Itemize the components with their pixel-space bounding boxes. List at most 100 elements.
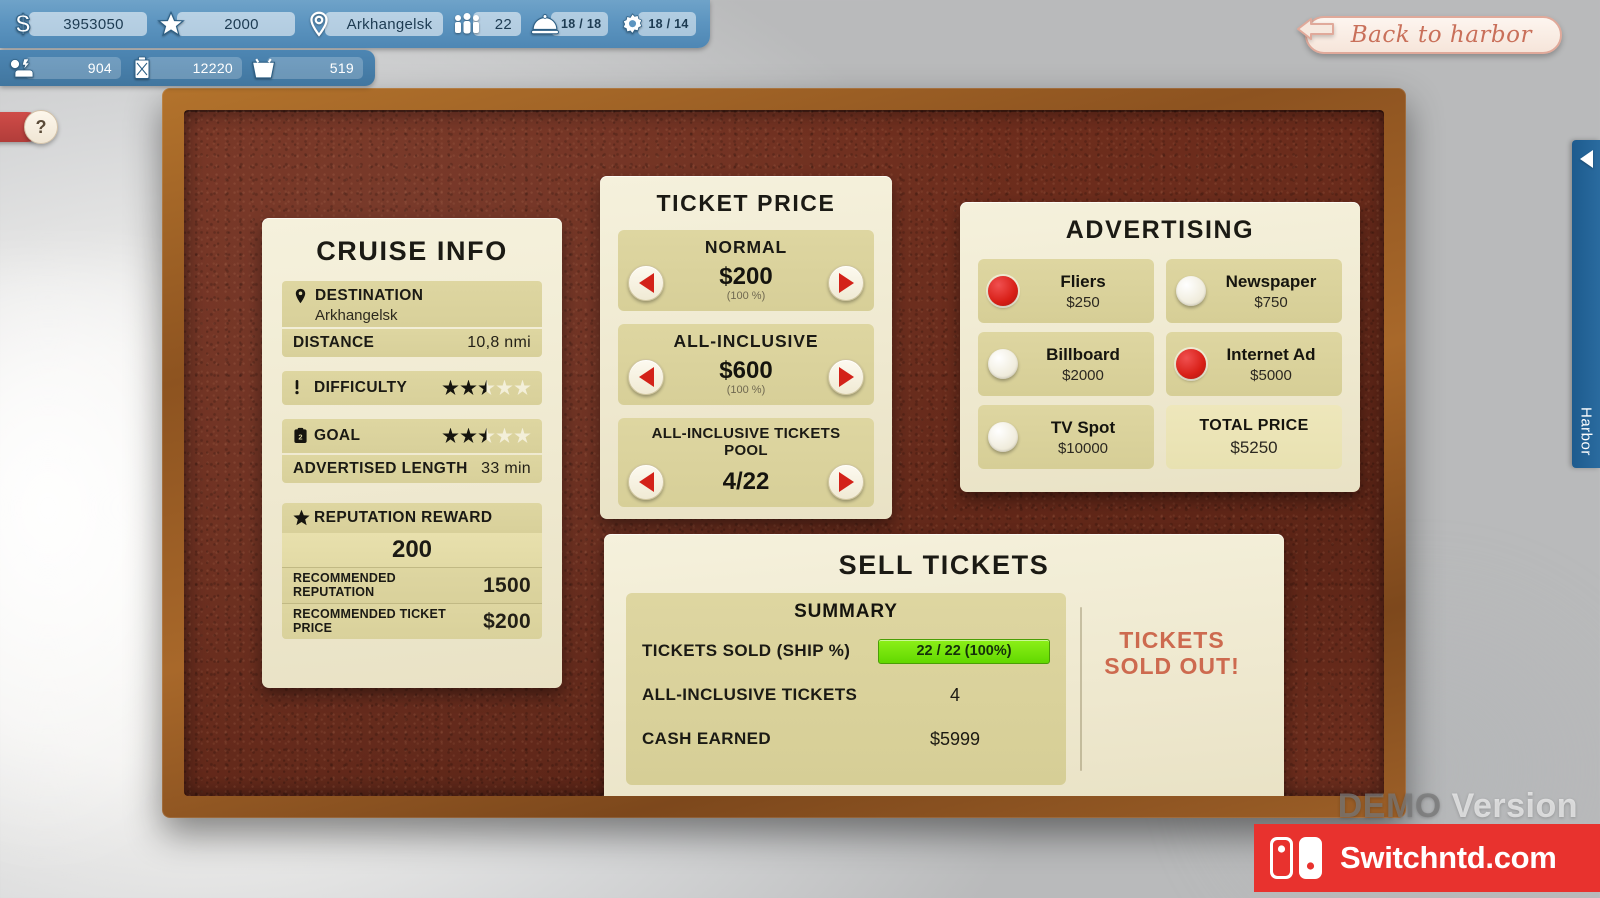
advertising-total-label: TOTAL PRICE bbox=[1199, 417, 1308, 435]
hud-primary-bar: $ 3953050 2000 Arkhangelsk 22 bbox=[0, 0, 710, 48]
summary-row-value: 4 bbox=[860, 685, 1050, 706]
advertised-length-row: ADVERTISED LENGTH 33 min bbox=[282, 455, 542, 483]
radio-icon[interactable] bbox=[988, 276, 1018, 306]
radio-icon[interactable] bbox=[988, 349, 1018, 379]
pool-increase-button[interactable] bbox=[828, 464, 864, 500]
hud-fuel-value: 904 bbox=[25, 57, 121, 79]
harbor-side-tab[interactable]: Harbor bbox=[1572, 140, 1600, 468]
hud-supplies[interactable]: 519 bbox=[250, 55, 363, 81]
summary-row-value: $5999 bbox=[860, 729, 1050, 750]
advertising-options-grid: Fliers $250 Newspaper $750 Billboard bbox=[978, 259, 1342, 469]
radio-icon[interactable] bbox=[988, 422, 1018, 452]
recommended-ticket-price-label: RECOMMENDED TICKET PRICE bbox=[293, 608, 453, 635]
recommended-ticket-price-value: $200 bbox=[483, 610, 531, 634]
all-inclusive-price-value-group: $600 (100 %) bbox=[664, 357, 828, 396]
goal-group: 2 GOAL ADVERTISED LENGTH 33 min bbox=[282, 419, 542, 483]
normal-price-percent: (100 %) bbox=[664, 290, 828, 302]
reputation-reward-group: REPUTATION REWARD 200 RECOMMENDED REPUTA… bbox=[282, 503, 542, 639]
advertising-option-newspaper[interactable]: Newspaper $750 bbox=[1166, 259, 1342, 323]
advertising-title: ADVERTISING bbox=[978, 216, 1342, 245]
demo-watermark-word-2: Version bbox=[1442, 787, 1578, 825]
hud-reputation[interactable]: 2000 bbox=[156, 9, 295, 39]
hud-money[interactable]: $ 3953050 bbox=[8, 9, 147, 39]
summary-row-tickets-sold: TICKETS SOLD (SHIP %) 22 / 22 (100%) bbox=[642, 629, 1050, 673]
hud-food[interactable]: 18 / 18 bbox=[530, 9, 608, 39]
recommended-reputation-label: RECOMMENDED REPUTATION bbox=[293, 572, 453, 599]
harbor-side-tab-label: Harbor bbox=[1578, 407, 1595, 456]
corkboard-surface: CRUISE INFO DESTINATION Arkhangelsk DIST… bbox=[184, 110, 1384, 796]
radio-icon[interactable] bbox=[1176, 276, 1206, 306]
gear-icon bbox=[617, 9, 647, 39]
hud-water-value: 12220 bbox=[146, 57, 242, 79]
advertising-option-fliers[interactable]: Fliers $250 bbox=[978, 259, 1154, 323]
help-button[interactable]: ? bbox=[24, 110, 58, 144]
goal-row: 2 GOAL bbox=[282, 419, 542, 453]
all-inclusive-price-increase-button[interactable] bbox=[828, 359, 864, 395]
hud-water[interactable]: 12220 bbox=[129, 55, 242, 81]
arrow-right-icon bbox=[839, 472, 854, 492]
svg-text:2: 2 bbox=[298, 433, 302, 442]
advertising-option-tv-spot[interactable]: TV Spot $10000 bbox=[978, 405, 1154, 469]
arrow-left-icon bbox=[639, 367, 654, 387]
cruise-info-title: CRUISE INFO bbox=[282, 236, 542, 267]
arrow-right-icon bbox=[839, 367, 854, 387]
map-pin-icon bbox=[304, 9, 334, 39]
back-to-harbor-button[interactable]: Back to harbor bbox=[1305, 16, 1562, 54]
fuel-icon bbox=[8, 55, 34, 81]
hud-maintenance[interactable]: 18 / 14 bbox=[617, 9, 695, 39]
advertised-length-value: 33 min bbox=[481, 460, 531, 478]
sell-tickets-panel: SELL TICKETS SUMMARY TICKETS SOLD (SHIP … bbox=[604, 534, 1284, 796]
advertising-option-name: TV Spot bbox=[1051, 418, 1115, 437]
hud-fuel[interactable]: 904 bbox=[8, 55, 121, 81]
recommended-reputation-row: RECOMMENDED REPUTATION 1500 bbox=[282, 567, 542, 603]
advertised-length-label: ADVERTISED LENGTH bbox=[293, 461, 468, 478]
all-inclusive-pool-block: ALL-INCLUSIVE TICKETS POOL 4/22 bbox=[618, 418, 874, 507]
normal-ticket-label: NORMAL bbox=[628, 237, 864, 258]
all-inclusive-pool-label: ALL-INCLUSIVE TICKETS POOL bbox=[628, 425, 864, 459]
ticket-price-panel: TICKET PRICE NORMAL $200 (100 %) ALL-INC… bbox=[600, 176, 892, 519]
distance-label: DISTANCE bbox=[293, 335, 374, 352]
switchntd-watermark-text: Switchntd.com bbox=[1340, 840, 1557, 876]
normal-price-value: $200 bbox=[664, 263, 828, 291]
all-inclusive-price-percent: (100 %) bbox=[664, 384, 828, 396]
summary-row-cash-earned: CASH EARNED $5999 bbox=[642, 717, 1050, 761]
all-inclusive-ticket-block: ALL-INCLUSIVE $600 (100 %) bbox=[618, 324, 874, 405]
pool-value-group: 4/22 bbox=[664, 468, 828, 496]
destination-value: Arkhangelsk bbox=[315, 307, 398, 324]
arrow-right-icon bbox=[839, 273, 854, 293]
advertising-total-price: TOTAL PRICE $5250 bbox=[1166, 405, 1342, 469]
ticket-price-title: TICKET PRICE bbox=[618, 190, 874, 217]
normal-price-increase-button[interactable] bbox=[828, 265, 864, 301]
map-pin-icon bbox=[293, 288, 309, 306]
pool-decrease-button[interactable] bbox=[628, 464, 664, 500]
nintendo-switch-logo-icon bbox=[1268, 835, 1326, 881]
advertising-option-price: $2000 bbox=[1022, 367, 1144, 384]
advertising-option-name: Internet Ad bbox=[1226, 345, 1315, 364]
advertising-option-name: Fliers bbox=[1060, 272, 1105, 291]
all-inclusive-label: ALL-INCLUSIVE bbox=[628, 331, 864, 352]
clipboard-icon: 2 bbox=[293, 427, 309, 445]
passengers-icon bbox=[452, 9, 482, 39]
advertising-total-value: $5250 bbox=[1230, 438, 1277, 458]
advertising-option-price: $250 bbox=[1022, 294, 1144, 311]
dollar-icon: $ bbox=[8, 9, 38, 39]
advertising-option-internet-ad[interactable]: Internet Ad $5000 bbox=[1166, 332, 1342, 396]
food-cloche-icon bbox=[530, 9, 560, 39]
hud-reputation-value: 2000 bbox=[177, 12, 295, 36]
goal-stars bbox=[442, 428, 531, 445]
hud-location-value: Arkhangelsk bbox=[325, 12, 443, 36]
hud-supplies-value: 519 bbox=[267, 57, 363, 79]
difficulty-stars bbox=[442, 380, 531, 397]
reputation-reward-label: REPUTATION REWARD bbox=[314, 510, 492, 527]
all-inclusive-price-decrease-button[interactable] bbox=[628, 359, 664, 395]
normal-price-decrease-button[interactable] bbox=[628, 265, 664, 301]
summary-row-label: TICKETS SOLD (SHIP %) bbox=[642, 642, 850, 660]
reputation-reward-row: REPUTATION REWARD bbox=[282, 503, 542, 533]
normal-ticket-block: NORMAL $200 (100 %) bbox=[618, 230, 874, 311]
hud-location[interactable]: Arkhangelsk bbox=[304, 9, 443, 39]
supplies-basket-icon bbox=[250, 55, 276, 81]
radio-icon[interactable] bbox=[1176, 349, 1206, 379]
hud-passengers[interactable]: 22 bbox=[452, 9, 521, 39]
arrow-left-icon bbox=[639, 273, 654, 293]
advertising-option-billboard[interactable]: Billboard $2000 bbox=[978, 332, 1154, 396]
